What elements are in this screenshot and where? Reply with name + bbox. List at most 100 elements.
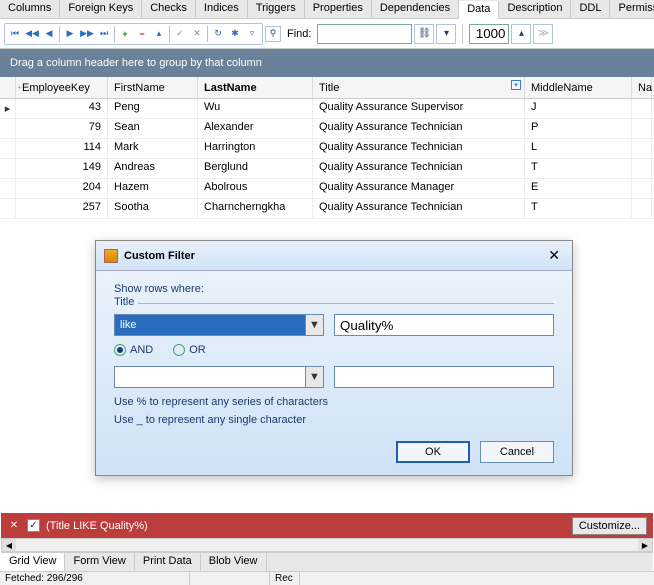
grid-view-tab[interactable]: Grid View	[1, 553, 65, 571]
cell-na[interactable]	[632, 99, 652, 118]
cell-title[interactable]: Quality Assurance Technician	[313, 119, 525, 138]
limit-more-icon[interactable]: ≫	[533, 24, 553, 44]
close-icon[interactable]: ✕	[544, 247, 564, 264]
post-edit-icon[interactable]: ✓	[172, 26, 188, 42]
cell-employeekey[interactable]: 257	[16, 199, 108, 218]
tab-data[interactable]: Data	[459, 1, 499, 19]
cell-firstname[interactable]: Andreas	[108, 159, 198, 178]
find-input[interactable]	[317, 24, 412, 44]
cell-na[interactable]	[632, 159, 652, 178]
row-limit-input[interactable]	[469, 24, 509, 44]
tab-indices[interactable]: Indices	[196, 0, 248, 18]
scroll-left-icon[interactable]: ◀	[2, 539, 16, 551]
clear-filter-icon[interactable]: ✕	[7, 519, 21, 533]
cell-employeekey[interactable]: 79	[16, 119, 108, 138]
cell-title[interactable]: Quality Assurance Supervisor	[313, 99, 525, 118]
tab-properties[interactable]: Properties	[305, 0, 372, 18]
form-view-tab[interactable]: Form View	[65, 553, 134, 571]
cell-middlename[interactable]: L	[525, 139, 632, 158]
cell-employeekey[interactable]: 43	[16, 99, 108, 118]
operator-2-combo[interactable]: ▼	[114, 366, 324, 388]
cell-middlename[interactable]: P	[525, 119, 632, 138]
tab-ddl[interactable]: DDL	[571, 0, 610, 18]
first-record-icon[interactable]: ⏮	[7, 26, 23, 42]
tab-permissions[interactable]: Permissions	[610, 0, 654, 18]
cell-title[interactable]: Quality Assurance Technician	[313, 139, 525, 158]
column-header-title[interactable]: Title▾	[313, 77, 525, 98]
find-next-icon[interactable]: ▾	[436, 24, 456, 44]
find-options-icon[interactable]: ⛓	[414, 24, 434, 44]
cell-lastname[interactable]: Charncherngkha	[198, 199, 313, 218]
filter-indicator-icon[interactable]: ▾	[511, 80, 521, 90]
cell-middlename[interactable]: J	[525, 99, 632, 118]
last-record-icon[interactable]: ⏭	[96, 26, 112, 42]
next-record-icon[interactable]: ▶	[62, 26, 78, 42]
chevron-down-icon[interactable]: ▼	[305, 367, 323, 387]
or-radio[interactable]: OR	[173, 344, 206, 356]
cell-lastname[interactable]: Harrington	[198, 139, 313, 158]
table-row[interactable]: 257SoothaCharncherngkhaQuality Assurance…	[0, 199, 654, 219]
table-row[interactable]: 149AndreasBerglundQuality Assurance Tech…	[0, 159, 654, 179]
tab-foreign-keys[interactable]: Foreign Keys	[60, 0, 142, 18]
cell-lastname[interactable]: Abolrous	[198, 179, 313, 198]
limit-apply-icon[interactable]: ▴	[511, 24, 531, 44]
cell-lastname[interactable]: Berglund	[198, 159, 313, 178]
cell-title[interactable]: Quality Assurance Manager	[313, 179, 525, 198]
cancel-edit-icon[interactable]: ✕	[189, 26, 205, 42]
cell-employeekey[interactable]: 114	[16, 139, 108, 158]
print-data-tab[interactable]: Print Data	[135, 553, 201, 571]
group-by-panel[interactable]: Drag a column header here to group by th…	[0, 49, 654, 77]
refresh-icon[interactable]: ↻	[210, 26, 226, 42]
tab-checks[interactable]: Checks	[142, 0, 196, 18]
tab-columns[interactable]: Columns	[0, 0, 60, 18]
cell-firstname[interactable]: Sean	[108, 119, 198, 138]
prev-page-icon[interactable]: ◀◀	[24, 26, 40, 42]
cell-na[interactable]	[632, 139, 652, 158]
next-page-icon[interactable]: ▶▶	[79, 26, 95, 42]
dialog-titlebar[interactable]: Custom Filter ✕	[96, 241, 572, 271]
table-row[interactable]: ▸43PengWuQuality Assurance SupervisorJ	[0, 99, 654, 119]
value-2-input[interactable]	[334, 366, 554, 388]
cell-employeekey[interactable]: 204	[16, 179, 108, 198]
cell-lastname[interactable]: Alexander	[198, 119, 313, 138]
tab-description[interactable]: Description	[499, 0, 571, 18]
cell-firstname[interactable]: Mark	[108, 139, 198, 158]
table-row[interactable]: 79SeanAlexanderQuality Assurance Technic…	[0, 119, 654, 139]
cell-title[interactable]: Quality Assurance Technician	[313, 159, 525, 178]
scroll-right-icon[interactable]: ▶	[638, 539, 652, 551]
column-header-employeekey[interactable]: EmployeeKey	[16, 77, 108, 98]
chevron-down-icon[interactable]: ▼	[305, 315, 323, 335]
customize-button[interactable]: Customize...	[572, 517, 647, 535]
edit-record-icon[interactable]: ▴	[151, 26, 167, 42]
cell-na[interactable]	[632, 179, 652, 198]
cell-lastname[interactable]: Wu	[198, 99, 313, 118]
bookmark-icon[interactable]: ✱	[227, 26, 243, 42]
tab-triggers[interactable]: Triggers	[248, 0, 305, 18]
table-row[interactable]: 204HazemAbolrousQuality Assurance Manage…	[0, 179, 654, 199]
column-header-firstname[interactable]: FirstName	[108, 77, 198, 98]
cell-na[interactable]	[632, 119, 652, 138]
cell-firstname[interactable]: Hazem	[108, 179, 198, 198]
toolbar-extra-icon[interactable]: ⚲	[265, 26, 281, 42]
cell-middlename[interactable]: T	[525, 199, 632, 218]
cell-middlename[interactable]: E	[525, 179, 632, 198]
column-header-na[interactable]: Na	[632, 77, 652, 98]
horizontal-scrollbar[interactable]: ◀ ▶	[1, 538, 653, 552]
cell-title[interactable]: Quality Assurance Technician	[313, 199, 525, 218]
ok-button[interactable]: OK	[396, 441, 470, 463]
filter-enabled-checkbox[interactable]: ✓	[27, 519, 40, 532]
column-header-lastname[interactable]: LastName	[198, 77, 313, 98]
and-radio[interactable]: AND	[114, 344, 153, 356]
prev-record-icon[interactable]: ◀	[41, 26, 57, 42]
operator-1-combo[interactable]: like ▼	[114, 314, 324, 336]
delete-record-icon[interactable]: −	[134, 26, 150, 42]
cell-na[interactable]	[632, 199, 652, 218]
tab-dependencies[interactable]: Dependencies	[372, 0, 459, 18]
value-1-input[interactable]	[334, 314, 554, 336]
blob-view-tab[interactable]: Blob View	[201, 553, 267, 571]
cancel-button[interactable]: Cancel	[480, 441, 554, 463]
cell-middlename[interactable]: T	[525, 159, 632, 178]
table-row[interactable]: 114MarkHarringtonQuality Assurance Techn…	[0, 139, 654, 159]
cell-firstname[interactable]: Sootha	[108, 199, 198, 218]
filter-icon[interactable]: ▿	[244, 26, 260, 42]
